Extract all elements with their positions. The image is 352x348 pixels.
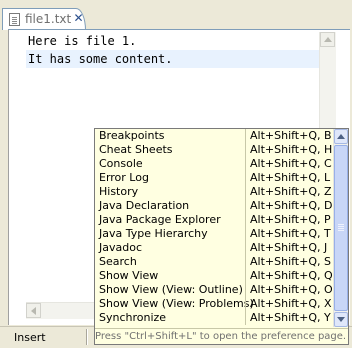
item-shortcut: Alt+Shift+Q, T	[250, 227, 331, 240]
scroll-left-button[interactable]	[26, 303, 41, 318]
item-name: Console	[99, 157, 143, 170]
item-name: Javadoc	[99, 241, 142, 254]
popup-hint[interactable]: Press "Ctrl+Shift+L" to open the prefere…	[95, 328, 348, 344]
column-separator	[245, 199, 246, 213]
item-shortcut: Alt+Shift+Q, Q	[250, 269, 333, 282]
item-shortcut: Alt+Shift+Q, Z	[250, 185, 332, 198]
item-name: Show View (View: Problems)	[99, 297, 254, 310]
item-shortcut: Alt+Shift+Q, S	[250, 255, 331, 268]
item-shortcut: Alt+Shift+Q, H	[250, 143, 333, 156]
item-name: Show View (View: Outline)	[99, 283, 243, 296]
item-shortcut: Alt+Shift+Q, B	[250, 129, 332, 142]
quick-access-item[interactable]: Breakpoints Alt+Shift+Q, B	[95, 129, 333, 143]
item-name: Java Declaration	[99, 199, 190, 212]
editor-line-2: It has some content.	[28, 52, 173, 66]
quick-access-item[interactable]: Search Alt+Shift+Q, S	[95, 255, 333, 269]
quick-access-item[interactable]: Java Type Hierarchy Alt+Shift+Q, T	[95, 227, 333, 241]
quick-access-list: Breakpoints Alt+Shift+Q, B Cheat Sheets Alt…	[95, 129, 333, 327]
column-separator	[245, 185, 246, 199]
quick-access-item[interactable]: Javadoc Alt+Shift+Q, J	[95, 241, 333, 255]
editor-tab-strip: file1.txt ✕	[0, 0, 352, 30]
quick-access-item[interactable]: Show View Alt+Shift+Q, Q	[95, 269, 333, 283]
item-shortcut: Alt+Shift+Q, P	[250, 213, 331, 226]
item-name: Search	[99, 255, 137, 268]
column-separator	[245, 269, 246, 283]
item-name: History	[99, 185, 139, 198]
insert-mode-indicator: Insert	[14, 331, 46, 344]
scroll-up-button[interactable]	[320, 32, 335, 47]
popup-scroll-thumb[interactable]	[334, 145, 348, 311]
quick-access-item[interactable]: Java Package Explorer Alt+Shift+Q, P	[95, 213, 333, 227]
quick-access-popup: Breakpoints Alt+Shift+Q, B Cheat Sheets Alt…	[94, 128, 349, 345]
column-separator	[245, 297, 246, 311]
item-shortcut: Alt+Shift+Q, C	[250, 157, 332, 170]
item-shortcut: Alt+Shift+Q, J	[250, 241, 328, 254]
item-shortcut: Alt+Shift+Q, D	[250, 199, 333, 212]
column-separator	[245, 241, 246, 255]
tab-file1[interactable]: file1.txt ✕	[2, 8, 86, 30]
popup-vertical-scrollbar[interactable]	[333, 129, 348, 327]
arrow-left-icon	[31, 307, 36, 315]
column-separator	[245, 213, 246, 227]
quick-access-item[interactable]: Synchronize Alt+Shift+Q, Y	[95, 311, 333, 325]
item-shortcut: Alt+Shift+Q, X	[250, 297, 332, 310]
quick-access-item[interactable]: History Alt+Shift+Q, Z	[95, 185, 333, 199]
quick-access-item[interactable]: Show View (View: Outline) Alt+Shift+Q, O	[95, 283, 333, 297]
column-separator	[245, 255, 246, 269]
popup-scroll-up-button[interactable]	[334, 129, 348, 144]
arrow-up-icon	[337, 134, 345, 139]
column-separator	[245, 227, 246, 241]
item-name: Java Type Hierarchy	[99, 227, 208, 240]
column-separator	[245, 283, 246, 297]
column-separator	[245, 143, 246, 157]
quick-access-item[interactable]: Console Alt+Shift+Q, C	[95, 157, 333, 171]
item-name: Error Log	[99, 171, 149, 184]
item-name: Cheat Sheets	[99, 143, 173, 156]
arrow-up-icon	[324, 37, 332, 42]
editor-line-1: Here is file 1.	[28, 34, 137, 48]
popup-scroll-down-button[interactable]	[334, 312, 348, 327]
item-shortcut: Alt+Shift+Q, O	[250, 283, 333, 296]
item-name: Show View	[99, 269, 159, 282]
status-separator	[86, 329, 87, 345]
quick-access-item[interactable]: Show View (View: Problems) Alt+Shift+Q, X	[95, 297, 333, 311]
close-icon[interactable]: ✕	[72, 12, 85, 25]
column-separator	[245, 129, 246, 143]
tab-label: file1.txt	[25, 12, 72, 26]
quick-access-item[interactable]: Java Declaration Alt+Shift+Q, D	[95, 199, 333, 213]
item-name: Java Package Explorer	[99, 213, 221, 226]
column-separator	[245, 171, 246, 185]
grip-icon	[338, 224, 344, 225]
item-name: Breakpoints	[99, 129, 165, 142]
column-separator	[245, 311, 246, 325]
column-separator	[245, 157, 246, 171]
arrow-down-icon	[337, 317, 345, 322]
item-name: Synchronize	[99, 311, 167, 324]
item-shortcut: Alt+Shift+Q, L	[250, 171, 331, 184]
quick-access-item[interactable]: Error Log Alt+Shift+Q, L	[95, 171, 333, 185]
text-file-icon	[9, 13, 20, 26]
quick-access-item[interactable]: Cheat Sheets Alt+Shift+Q, H	[95, 143, 333, 157]
item-shortcut: Alt+Shift+Q, Y	[250, 311, 331, 324]
